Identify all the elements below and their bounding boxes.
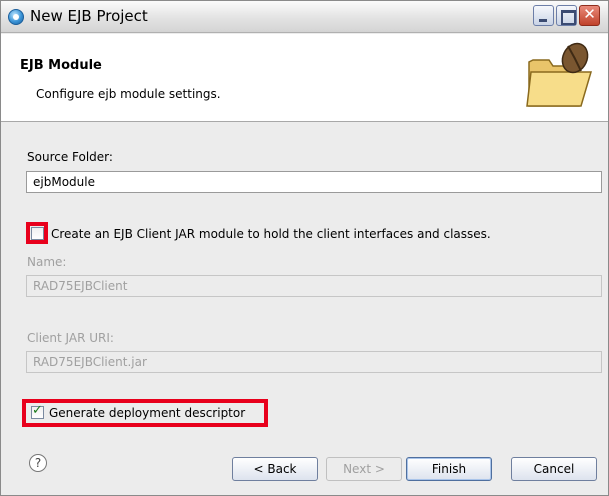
create-client-label: Create an EJB Client JAR module to hold …	[51, 227, 491, 241]
cancel-button[interactable]: Cancel	[511, 457, 597, 481]
generate-dd-checkbox[interactable]	[31, 403, 44, 419]
name-field[interactable]: RAD75EJBClient	[26, 275, 602, 297]
wizard-footer: ? < Back Next > Finish Cancel	[1, 423, 608, 495]
folder-bean-icon	[526, 42, 593, 107]
generate-dd-label: Generate deployment descriptor	[49, 406, 246, 420]
eclipse-app-icon	[8, 9, 24, 25]
help-icon[interactable]: ?	[29, 454, 47, 472]
title-bar: New EJB Project ✕	[1, 1, 608, 33]
finish-button[interactable]: Finish	[406, 457, 492, 481]
window-title: New EJB Project	[30, 7, 148, 25]
banner-description: Configure ejb module settings.	[36, 87, 221, 101]
create-client-checkbox[interactable]	[31, 227, 44, 240]
next-button[interactable]: Next >	[326, 457, 402, 481]
client-jar-uri-label: Client JAR URI:	[27, 331, 114, 345]
wizard-banner: EJB Module Configure ejb module settings…	[1, 34, 608, 122]
new-ejb-project-dialog: New EJB Project ✕ EJB Module Configure e…	[0, 0, 609, 496]
client-jar-uri-field[interactable]: RAD75EJBClient.jar	[26, 351, 602, 373]
banner-title: EJB Module	[20, 58, 102, 73]
close-icon: ✕	[583, 5, 596, 23]
back-button[interactable]: < Back	[232, 457, 318, 481]
name-label: Name:	[27, 255, 67, 269]
source-folder-label: Source Folder:	[27, 150, 113, 164]
form-area: Source Folder: ejbModule Create an EJB C…	[1, 123, 608, 427]
maximize-button[interactable]	[556, 5, 577, 26]
minimize-button[interactable]	[533, 5, 554, 26]
close-button[interactable]: ✕	[579, 5, 600, 26]
source-folder-field[interactable]: ejbModule	[26, 171, 602, 193]
